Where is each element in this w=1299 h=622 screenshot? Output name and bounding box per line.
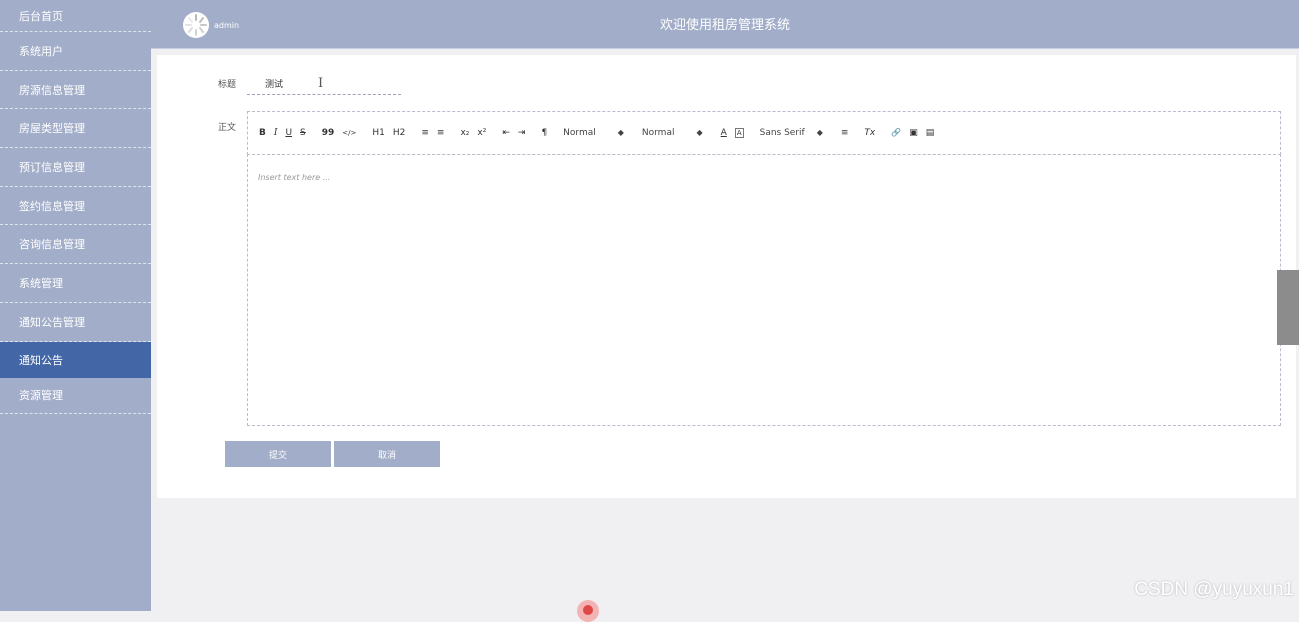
- sidebar-item-notice-management[interactable]: 通知公告管理: [0, 303, 151, 342]
- title-label: 标题: [218, 77, 236, 90]
- sidebar-item-system-users[interactable]: 系统用户: [0, 32, 151, 71]
- header-1-button[interactable]: H1: [372, 126, 385, 140]
- notification-dot-icon: [577, 600, 599, 622]
- title-input[interactable]: [247, 73, 401, 95]
- background-color-button[interactable]: A: [735, 128, 744, 138]
- sidebar-item-label: 后台首页: [19, 8, 63, 24]
- size-select[interactable]: Normal ◆: [563, 128, 624, 138]
- select-caret-icon: ◆: [618, 128, 624, 138]
- scrollbar-thumb[interactable]: [1277, 270, 1299, 345]
- align-button[interactable]: ≡: [841, 126, 849, 140]
- sidebar-item-label: 系统用户: [19, 43, 63, 59]
- italic-button[interactable]: I: [274, 126, 278, 140]
- sidebar-item-label: 房源信息管理: [19, 82, 85, 98]
- sidebar-item-label: 房屋类型管理: [19, 120, 85, 136]
- bullet-list-button[interactable]: ≡: [437, 126, 445, 140]
- editor-placeholder: Insert text here ...: [258, 173, 330, 182]
- sidebar-item-label: 预订信息管理: [19, 159, 85, 175]
- sidebar-item-label: 资源管理: [19, 387, 63, 403]
- text-cursor-icon: I: [318, 76, 323, 91]
- bold-button[interactable]: B: [259, 126, 266, 140]
- sidebar: 后台首页 系统用户 房源信息管理 房屋类型管理 预订信息管理 签约信息管理 咨询…: [0, 0, 151, 611]
- sidebar-item-label: 通知公告: [19, 352, 63, 368]
- header-select-value: Normal: [642, 128, 675, 138]
- indent-button[interactable]: ⇥: [518, 126, 526, 140]
- notice-form: 标题 I 正文 B I U S 99 </> H1 H2 ≡ ≡ x₂ x² ⇤…: [157, 55, 1296, 498]
- image-button[interactable]: ▣: [909, 126, 918, 140]
- sidebar-item-label: 咨询信息管理: [19, 236, 85, 252]
- sidebar-item-booking-management[interactable]: 预订信息管理: [0, 148, 151, 187]
- sidebar-item-listing-management[interactable]: 房源信息管理: [0, 71, 151, 110]
- sidebar-item-label: 系统管理: [19, 275, 63, 291]
- strike-button[interactable]: S: [300, 126, 306, 140]
- font-color-button[interactable]: A: [721, 126, 727, 140]
- video-button[interactable]: ▤: [926, 126, 935, 140]
- code-block-button[interactable]: </>: [342, 126, 356, 140]
- header-select[interactable]: Normal ◆: [642, 128, 703, 138]
- subscript-button[interactable]: x₂: [460, 126, 469, 140]
- sidebar-item-system-management[interactable]: 系统管理: [0, 264, 151, 303]
- editor-toolbar: B I U S 99 </> H1 H2 ≡ ≡ x₂ x² ⇤ ⇥ ¶ Nor…: [247, 111, 1281, 155]
- sidebar-item-notices[interactable]: 通知公告: [0, 342, 151, 378]
- sidebar-item-resource-management[interactable]: 资源管理: [0, 378, 151, 414]
- submit-button[interactable]: 提交: [225, 441, 331, 467]
- underline-button[interactable]: U: [285, 126, 292, 140]
- header-2-button[interactable]: H2: [393, 126, 406, 140]
- cancel-button[interactable]: 取消: [334, 441, 440, 467]
- select-caret-icon: ◆: [696, 128, 702, 138]
- watermark: CSDN @yuyuxun1: [1134, 579, 1294, 601]
- ordered-list-button[interactable]: ≡: [421, 126, 429, 140]
- superscript-button[interactable]: x²: [477, 126, 486, 140]
- font-select-value: Sans Serif: [760, 128, 805, 138]
- sidebar-item-contract-management[interactable]: 签约信息管理: [0, 187, 151, 226]
- sidebar-item-dashboard[interactable]: 后台首页: [0, 0, 151, 32]
- clean-format-button[interactable]: Tx: [864, 126, 875, 140]
- text-direction-button[interactable]: ¶: [541, 126, 547, 140]
- page-title: 欢迎使用租房管理系统: [151, 14, 1299, 33]
- sidebar-item-label: 签约信息管理: [19, 198, 85, 214]
- sidebar-item-house-type-management[interactable]: 房屋类型管理: [0, 109, 151, 148]
- select-caret-icon: ◆: [817, 128, 823, 138]
- outdent-button[interactable]: ⇤: [502, 126, 510, 140]
- top-header: admin 欢迎使用租房管理系统: [151, 0, 1299, 49]
- sidebar-item-label: 通知公告管理: [19, 314, 85, 330]
- font-select[interactable]: Sans Serif ◆: [760, 128, 823, 138]
- link-button[interactable]: 🔗: [891, 126, 901, 140]
- size-select-value: Normal: [563, 128, 596, 138]
- body-label: 正文: [218, 120, 236, 133]
- blockquote-button[interactable]: 99: [322, 126, 335, 140]
- rich-text-editor[interactable]: Insert text here ...: [247, 154, 1281, 426]
- sidebar-item-inquiry-management[interactable]: 咨询信息管理: [0, 225, 151, 264]
